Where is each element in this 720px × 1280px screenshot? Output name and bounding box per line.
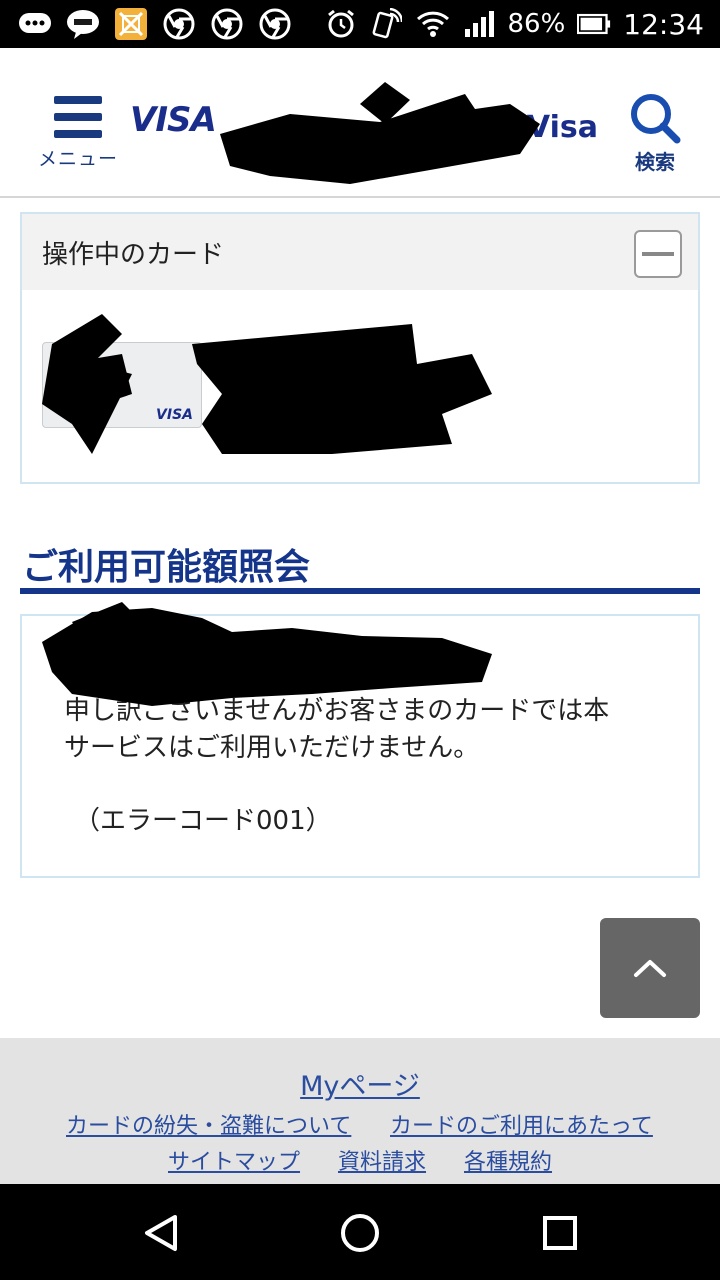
site-footer: Myページ カードの紛失・盗難について カードのご利用にあたって サイトマップ …: [0, 1038, 720, 1184]
footer-link-lost-card[interactable]: カードの紛失・盗難について: [66, 1108, 351, 1140]
chevron-up-icon: [634, 960, 666, 977]
recents-square-icon: [543, 1216, 577, 1250]
footer-link-mypage[interactable]: Myページ: [0, 1064, 720, 1103]
line-icon: [66, 7, 100, 41]
card-panel-body: VISA: [22, 290, 698, 482]
search-button[interactable]: 検索: [622, 92, 688, 175]
error-code: （エラーコード001）: [74, 806, 332, 836]
selected-card-panel: 操作中のカード VISA: [20, 212, 700, 484]
home-button[interactable]: [335, 1208, 385, 1258]
search-label: 検索: [635, 150, 675, 174]
recents-button[interactable]: [535, 1208, 585, 1258]
screen: 86% 12:34 メニュー VISA ドVisa 検索 操作中のカード VIS…: [0, 0, 720, 1280]
search-icon: [631, 94, 681, 144]
app-icon: [114, 7, 148, 41]
site-logo[interactable]: VISA ドVisa: [130, 82, 610, 184]
battery-percent: 86%: [507, 9, 566, 39]
redaction-mark: [220, 82, 540, 184]
back-triangle-icon: [145, 1215, 177, 1251]
menu-label: メニュー: [38, 148, 119, 170]
minus-icon: [642, 252, 674, 256]
visa-logo-text: VISA: [130, 100, 217, 140]
redaction-mark: [42, 602, 492, 706]
collapse-button[interactable]: [634, 230, 682, 278]
nfc-icon: [370, 7, 404, 41]
footer-link-terms[interactable]: 各種規約: [464, 1144, 552, 1176]
hamburger-icon: [54, 96, 102, 138]
footer-link-card-usage[interactable]: カードのご利用にあたって: [390, 1108, 653, 1140]
chrome-icon: [210, 7, 244, 41]
back-button[interactable]: [136, 1208, 186, 1258]
redaction-mark: [42, 314, 492, 454]
back-to-top-button[interactable]: [600, 918, 700, 1018]
android-nav-bar: [0, 1184, 720, 1280]
home-circle-icon: [341, 1214, 379, 1252]
section-divider: [20, 588, 700, 594]
menu-button[interactable]: メニュー: [38, 96, 118, 171]
chrome-icon: [162, 7, 196, 41]
wifi-icon: [416, 7, 450, 41]
section-title: ご利用可能額照会: [22, 547, 311, 588]
status-bar: 86% 12:34: [0, 0, 720, 48]
clock: 12:34: [623, 7, 704, 41]
chrome-icon: [258, 7, 292, 41]
card-panel-header[interactable]: 操作中のカード: [22, 214, 698, 290]
signal-icon: [462, 7, 496, 41]
footer-link-sitemap[interactable]: サイトマップ: [168, 1144, 300, 1176]
card-panel-title: 操作中のカード: [42, 239, 225, 270]
error-line-3: サービスはご利用いただけません。: [64, 733, 480, 763]
footer-link-documents[interactable]: 資料請求: [338, 1144, 426, 1176]
alarm-icon: [324, 7, 358, 41]
error-message-panel: ード 申し訳ございませんがお客さまのカードでは本 サービスはご利用いただけません…: [20, 602, 700, 878]
site-header: メニュー VISA ドVisa 検索: [0, 48, 720, 198]
battery-icon: [577, 7, 611, 41]
chat-bubble-icon: [18, 7, 52, 41]
